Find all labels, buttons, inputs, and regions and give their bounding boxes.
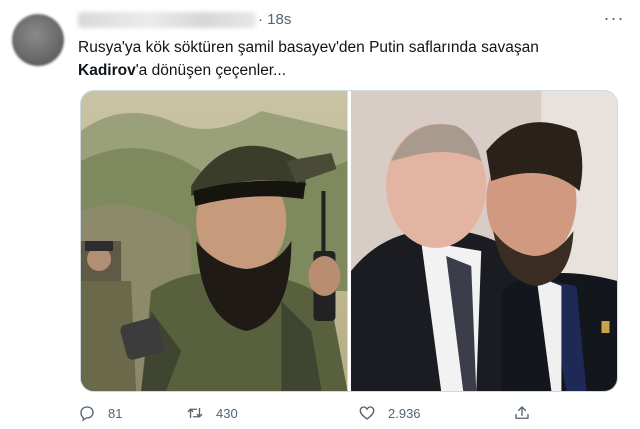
tweet-text-bold-name: Kadirov: [78, 62, 136, 79]
avatar[interactable]: [12, 14, 64, 66]
like-count: 2.936: [388, 405, 421, 421]
retweet-button[interactable]: 430: [186, 404, 238, 422]
like-button[interactable]: 2.936: [358, 404, 421, 422]
photo-right-two-men[interactable]: [350, 91, 617, 391]
tweet-media-grid[interactable]: [80, 90, 618, 392]
author-name-blurred[interactable]: [78, 12, 256, 28]
more-options-button[interactable]: ···: [604, 8, 624, 28]
photo-left-bearded-man[interactable]: [81, 91, 348, 391]
share-icon: [515, 406, 529, 419]
tweet-text-line2: 'a dönüşen çeçenler...: [135, 62, 287, 79]
retweet-icon: [187, 407, 203, 419]
retweet-count: 430: [216, 405, 238, 421]
timestamp-text[interactable]: 18s: [267, 11, 291, 28]
more-horizontal-icon: ···: [603, 7, 625, 28]
reply-icon: [80, 406, 94, 422]
like-icon: [359, 406, 375, 420]
reply-count: 81: [108, 405, 123, 421]
tweet-timestamp[interactable]: · 18s: [258, 11, 291, 28]
share-button[interactable]: [513, 404, 531, 422]
reply-button[interactable]: 81: [78, 404, 122, 422]
tweet-text: Rusya'ya kök söktüren şamil basayev'den …: [78, 36, 618, 82]
tweet-actions-bar: 81 430 2.936: [78, 404, 531, 426]
tweet-text-line1: Rusya'ya kök söktüren şamil basayev'den …: [78, 39, 539, 56]
